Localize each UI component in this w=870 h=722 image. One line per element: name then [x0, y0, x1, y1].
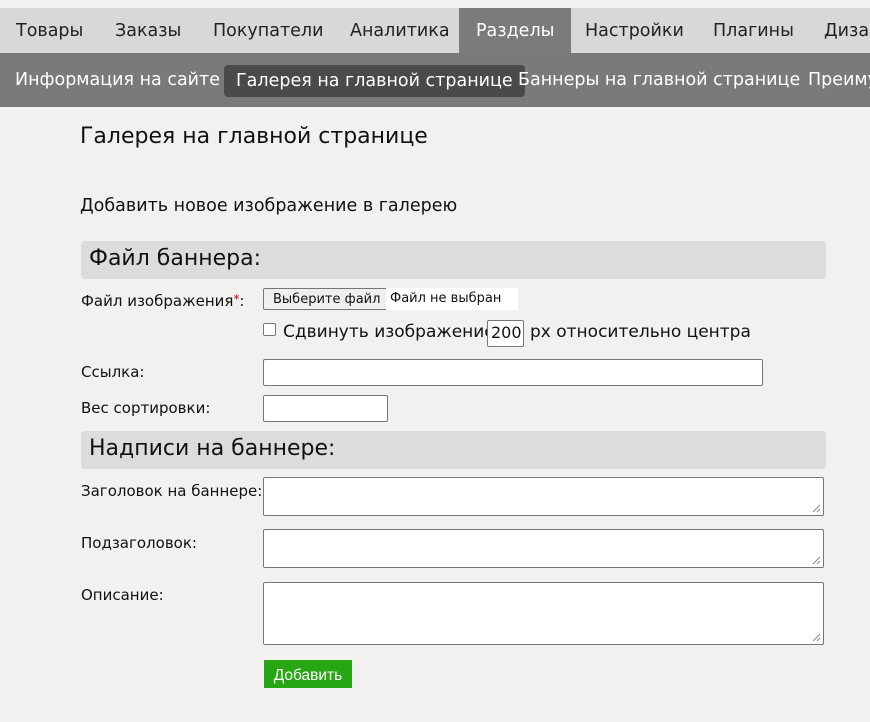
sort-weight-label: Вес сортировки:: [81, 399, 211, 417]
file-status: Файл не выбран: [386, 288, 518, 310]
shift-image-label: Сдвинуть изображение на: [283, 322, 522, 342]
subnav-item-site-info[interactable]: Информация на сайте: [15, 53, 220, 107]
topnav-item-sections[interactable]: Разделы: [459, 8, 572, 53]
shift-offset-input[interactable]: 200: [487, 320, 524, 347]
sort-weight-input[interactable]: [263, 395, 388, 422]
file-label: Файл изображения*:: [81, 292, 244, 310]
resize-grip-icon[interactable]: [812, 633, 821, 642]
topnav-item-settings[interactable]: Настройки: [585, 8, 684, 53]
link-label: Ссылка:: [81, 363, 145, 381]
resize-grip-icon[interactable]: [812, 504, 821, 513]
file-label-colon: :: [239, 292, 245, 310]
section-header-file: Файл баннера:: [81, 241, 826, 279]
file-label-text: Файл изображения: [81, 292, 234, 310]
shift-unit-label: px относительно центра: [530, 322, 751, 342]
choose-file-button[interactable]: Выберите файл: [263, 288, 391, 310]
add-button[interactable]: Добавить: [264, 660, 352, 688]
link-input[interactable]: [263, 359, 763, 386]
topnav-item-orders[interactable]: Заказы: [115, 8, 181, 53]
subheading-label: Подзаголовок:: [81, 534, 197, 552]
page-title: Галерея на главной странице: [80, 124, 428, 149]
banner-heading-label: Заголовок на баннере:: [81, 482, 263, 500]
section-title-captions: Надписи на баннере:: [89, 436, 336, 461]
top-nav: Товары Заказы Покупатели Аналитика Разде…: [0, 8, 870, 53]
shift-image-checkbox[interactable]: [263, 323, 276, 336]
subnav-item-banners[interactable]: Баннеры на главной странице: [518, 53, 800, 107]
topnav-item-analytics[interactable]: Аналитика: [350, 8, 450, 53]
subheading-textarea[interactable]: [263, 529, 824, 568]
sub-nav: Информация на сайте Галерея на главной с…: [0, 53, 870, 107]
subnav-item-advantages[interactable]: Преимущества: [808, 53, 870, 107]
form-subtitle: Добавить новое изображение в галерею: [80, 196, 458, 216]
topnav-item-design[interactable]: Дизайн: [824, 8, 870, 53]
section-header-captions: Надписи на баннере:: [81, 431, 826, 469]
topnav-item-products[interactable]: Товары: [16, 8, 83, 53]
topnav-item-plugins[interactable]: Плагины: [713, 8, 794, 53]
resize-grip-icon[interactable]: [812, 556, 821, 565]
banner-heading-textarea[interactable]: [263, 477, 824, 516]
subnav-item-gallery[interactable]: Галерея на главной странице: [224, 65, 525, 97]
description-label: Описание:: [81, 586, 164, 604]
description-textarea[interactable]: [263, 582, 824, 645]
topnav-item-customers[interactable]: Покупатели: [213, 8, 323, 53]
section-title-file: Файл баннера:: [89, 246, 261, 271]
